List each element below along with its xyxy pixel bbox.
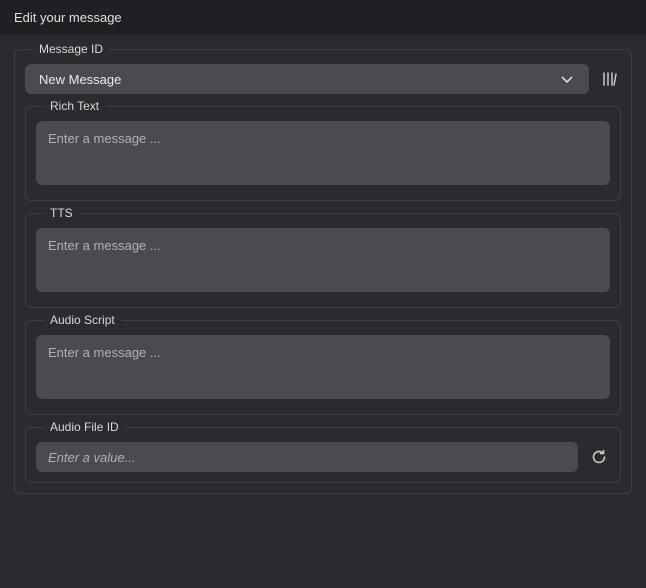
rich-text-legend: Rich Text (44, 99, 105, 113)
audio-file-id-row (36, 442, 610, 472)
message-id-legend: Message ID (33, 42, 109, 56)
rich-text-group: Rich Text (25, 106, 621, 201)
tts-group: TTS (25, 213, 621, 308)
rich-text-input[interactable] (36, 121, 610, 185)
panel-title: Edit your message (14, 10, 122, 25)
audio-file-id-legend: Audio File ID (44, 420, 125, 434)
audio-script-input[interactable] (36, 335, 610, 399)
message-id-select[interactable]: New Message (25, 64, 589, 94)
panel-content: Message ID New Message Rich Text (0, 35, 646, 494)
library-icon[interactable] (599, 68, 621, 90)
tts-input[interactable] (36, 228, 610, 292)
message-id-group: Message ID New Message Rich Text (14, 49, 632, 494)
refresh-icon[interactable] (588, 446, 610, 468)
audio-file-id-input[interactable] (36, 442, 578, 472)
audio-script-legend: Audio Script (44, 313, 121, 327)
panel-header: Edit your message (0, 0, 646, 35)
message-id-row: New Message (25, 64, 621, 94)
audio-script-group: Audio Script (25, 320, 621, 415)
tts-legend: TTS (44, 206, 79, 220)
audio-file-id-group: Audio File ID (25, 427, 621, 483)
chevron-down-icon (559, 71, 575, 87)
message-id-selected-value: New Message (39, 72, 121, 87)
